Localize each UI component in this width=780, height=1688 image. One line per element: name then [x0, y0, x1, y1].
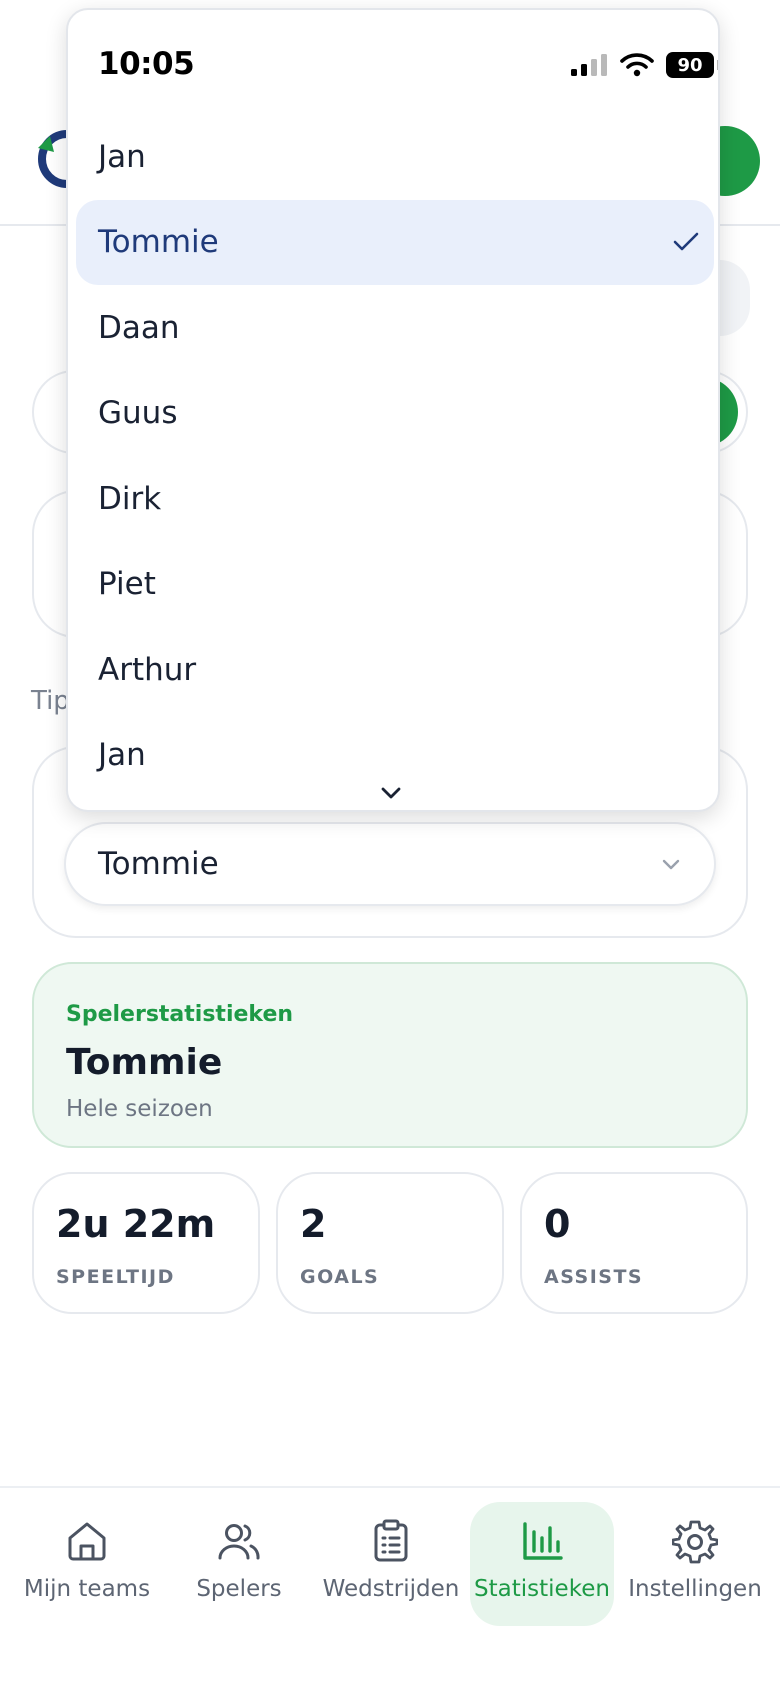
player-select-value: Tommie — [98, 846, 219, 882]
gear-icon — [672, 1520, 718, 1564]
player-select[interactable]: Tommie — [64, 822, 716, 906]
nav-label: Statistieken — [474, 1576, 610, 1602]
nav-item-statistieken[interactable]: Statistieken — [470, 1502, 614, 1626]
dropdown-option-selected[interactable]: Tommie — [76, 199, 714, 285]
player-stats-card: Spelerstatistieken Tommie Hele seizoen — [32, 962, 748, 1148]
home-icon — [68, 1522, 106, 1561]
nav-label: Mijn teams — [23, 1576, 151, 1602]
bar-chart-icon — [523, 1522, 563, 1560]
stat-value: 2 — [300, 1202, 327, 1246]
nav-item-instellingen[interactable]: Instellingen — [622, 1502, 768, 1626]
player-period: Hele seizoen — [66, 1096, 213, 1122]
stat-card-goals: 2 GOALS — [276, 1172, 504, 1314]
stat-value: 0 — [544, 1202, 571, 1246]
status-time: 10:05 — [98, 46, 195, 82]
hint-text: Tip — [31, 686, 70, 716]
dropdown-options: Jan Tommie Daan Guus Dirk Piet Arthur Ja… — [68, 114, 718, 798]
chevron-down-icon — [662, 859, 680, 870]
dropdown-option[interactable]: Daan — [68, 285, 718, 371]
nav-item-wedstrijden[interactable]: Wedstrijden — [318, 1502, 464, 1626]
chevron-down-icon[interactable] — [378, 784, 404, 802]
nav-item-mijn-teams[interactable]: Mijn teams — [22, 1502, 152, 1626]
stat-label: GOALS — [300, 1266, 380, 1288]
stat-card-assists: 0 ASSISTS — [520, 1172, 748, 1314]
nav-label: Wedstrijden — [322, 1576, 460, 1602]
nav-label: Spelers — [196, 1576, 282, 1602]
stat-value: 2u 22m — [56, 1202, 216, 1246]
signal-icon — [571, 54, 607, 76]
checkmark-icon — [673, 232, 699, 250]
status-icons: 90 — [570, 52, 718, 78]
stat-card-playtime: 2u 22m SPEELTIJD — [32, 1172, 260, 1314]
dropdown-option[interactable]: Jan — [68, 114, 718, 200]
player-stats-kicker: Spelerstatistieken — [66, 1002, 294, 1027]
users-icon — [218, 1524, 260, 1560]
dropdown-option[interactable]: Guus — [68, 371, 718, 457]
player-name: Tommie — [66, 1042, 223, 1083]
nav-item-spelers[interactable]: Spelers — [176, 1502, 302, 1626]
dropdown-option[interactable]: Dirk — [68, 456, 718, 542]
stat-label: ASSISTS — [544, 1266, 644, 1288]
bottom-nav: Mijn teams Spelers Wedstrijden Statistie… — [0, 1486, 780, 1688]
stat-label: SPEELTIJD — [56, 1266, 175, 1288]
dropdown-option-label: Tommie — [98, 224, 219, 261]
clipboard-icon — [374, 1519, 408, 1562]
status-bar: 10:05 90 — [68, 10, 718, 114]
wifi-icon — [620, 53, 654, 77]
player-dropdown-menu[interactable]: 10:05 90 Jan Tommie Daan Guus Dirk Piet … — [66, 8, 720, 812]
battery-icon: 90 — [666, 52, 718, 78]
dropdown-option[interactable]: Arthur — [68, 627, 718, 713]
dropdown-option[interactable]: Piet — [68, 542, 718, 628]
battery-level: 90 — [677, 54, 703, 76]
nav-label: Instellingen — [628, 1576, 762, 1602]
